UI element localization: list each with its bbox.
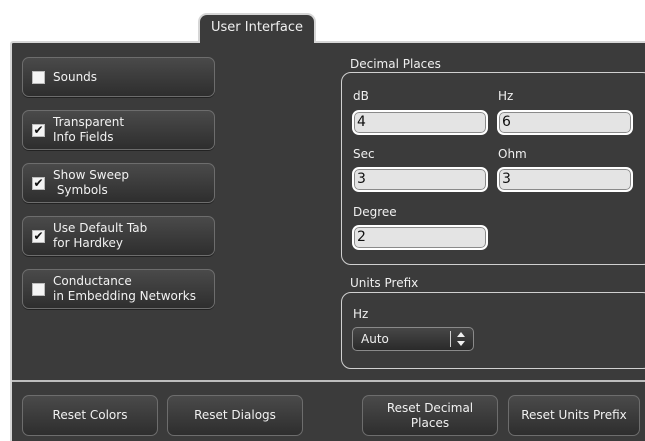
transparent-info-fields-checkbox[interactable]: ✔ (32, 124, 45, 137)
ohm-decimal-field[interactable]: 3 (497, 167, 633, 192)
degree-label: Degree (353, 205, 397, 219)
tab-join (200, 40, 314, 44)
conductance-label: Conductance in Embedding Networks (53, 274, 196, 303)
transparent-info-fields-label: Transparent Info Fields (53, 115, 125, 144)
decimal-places-title: Decimal Places (350, 57, 441, 71)
use-default-tab-checkbox[interactable]: ✔ (32, 230, 45, 243)
sec-decimal-field[interactable]: 3 (352, 167, 488, 192)
hz-label: Hz (498, 89, 514, 103)
user-interface-dialog: User Interface Sounds ✔ Transparent Info… (0, 0, 645, 441)
sounds-label: Sounds (53, 69, 98, 84)
show-sweep-symbols-label: Show Sweep Symbols (53, 168, 130, 197)
reset-decimal-places-button[interactable]: Reset Decimal Places (362, 395, 498, 436)
up-down-arrows-icon (457, 332, 465, 346)
sounds-toggle[interactable]: Sounds (22, 57, 215, 97)
select-separator (450, 331, 451, 347)
conductance-toggle[interactable]: Conductance in Embedding Networks (22, 269, 215, 309)
hz-prefix-select[interactable]: Auto (352, 327, 474, 351)
tab-user-interface[interactable]: User Interface (198, 13, 316, 43)
use-default-tab-toggle[interactable]: ✔ Use Default Tab for Hardkey (22, 216, 215, 256)
reset-units-prefix-button[interactable]: Reset Units Prefix (508, 395, 640, 436)
units-prefix-title: Units Prefix (350, 276, 419, 290)
reset-colors-button[interactable]: Reset Colors (22, 395, 158, 436)
reset-dialogs-button[interactable]: Reset Dialogs (167, 395, 303, 436)
degree-decimal-field[interactable]: 2 (352, 225, 488, 250)
sec-label: Sec (353, 147, 375, 161)
units-hz-label: Hz (353, 307, 369, 321)
hz-decimal-field[interactable]: 6 (497, 110, 633, 135)
show-sweep-symbols-checkbox[interactable]: ✔ (32, 177, 45, 190)
use-default-tab-label: Use Default Tab for Hardkey (53, 221, 148, 250)
db-decimal-field[interactable]: 4 (352, 110, 488, 135)
transparent-info-fields-toggle[interactable]: ✔ Transparent Info Fields (22, 110, 215, 150)
conductance-checkbox[interactable] (32, 283, 45, 296)
db-label: dB (353, 89, 369, 103)
show-sweep-symbols-toggle[interactable]: ✔ Show Sweep Symbols (22, 163, 215, 203)
hz-prefix-value: Auto (361, 332, 389, 346)
ohm-label: Ohm (498, 147, 527, 161)
divider (12, 380, 645, 382)
sounds-checkbox[interactable] (32, 71, 45, 84)
